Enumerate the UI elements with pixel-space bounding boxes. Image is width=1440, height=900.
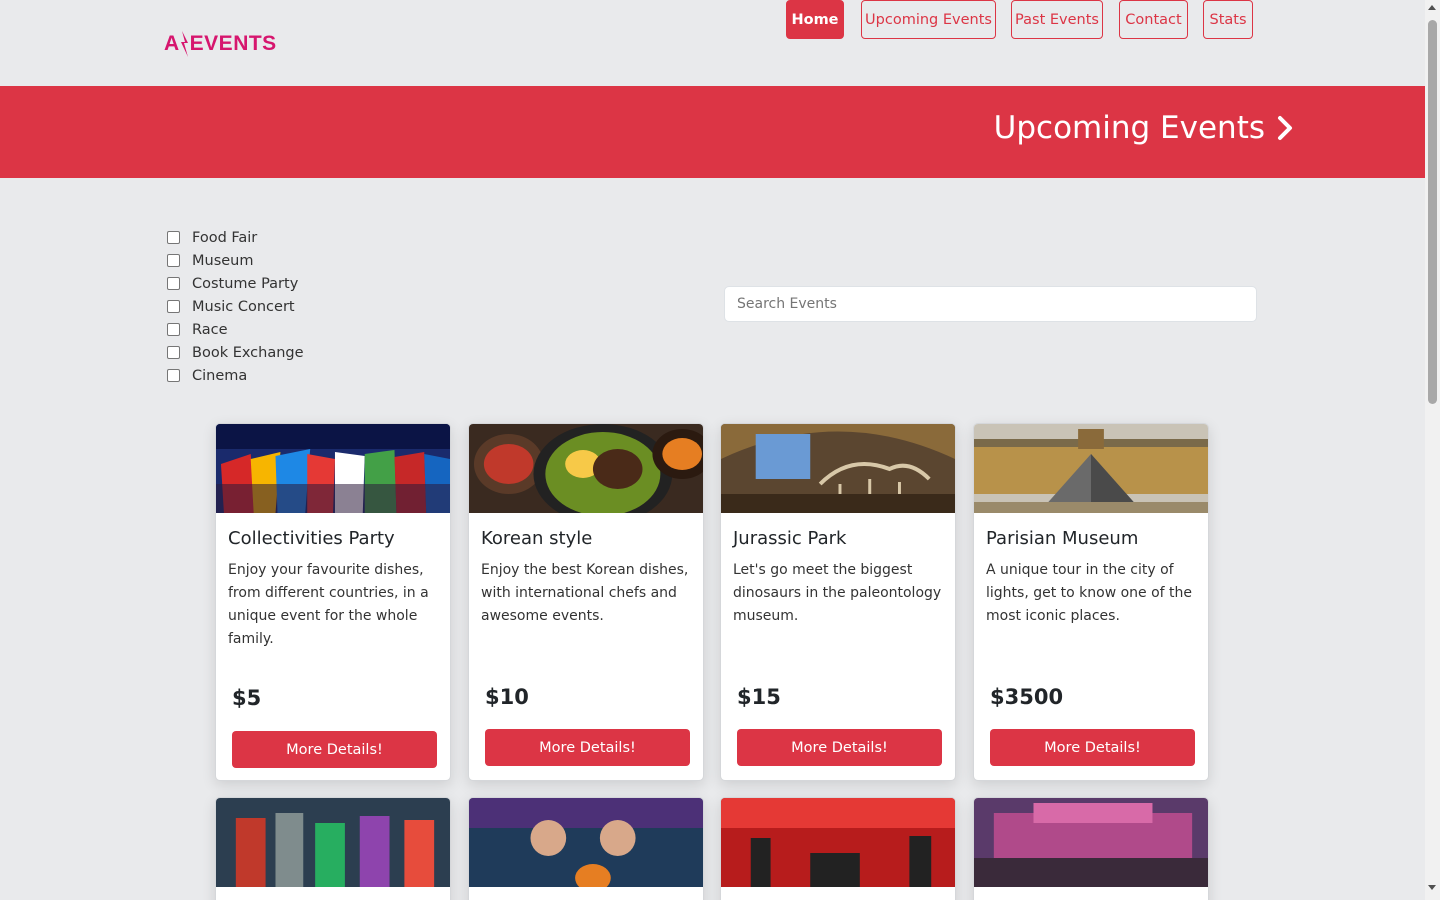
filter-food-fair[interactable]: Food Fair: [167, 226, 304, 249]
chevron-right-icon: [1278, 116, 1292, 140]
checkbox[interactable]: [167, 231, 180, 244]
checkbox[interactable]: [167, 369, 180, 382]
event-card-collectivities-party: Collectivities Party Enjoy your favourit…: [215, 423, 451, 781]
event-image: [469, 424, 703, 524]
search-events-input[interactable]: [724, 286, 1257, 322]
event-description: A unique tour in the city of lights, get…: [986, 562, 1193, 624]
filter-label: Costume Party: [192, 275, 299, 292]
event-image: [974, 798, 1208, 887]
site-logo[interactable]: A EVENTS: [164, 31, 277, 57]
event-image: [216, 424, 450, 513]
scroll-up-icon[interactable]: [1428, 5, 1436, 10]
logo-prefix: A: [164, 32, 180, 55]
filter-label: Cinema: [192, 367, 248, 384]
filter-book-exchange[interactable]: Book Exchange: [167, 341, 304, 364]
event-title: Korean style: [481, 528, 593, 549]
event-image: [216, 798, 450, 887]
scrollbar-thumb[interactable]: [1428, 20, 1437, 404]
banner-title-text: Upcoming Events: [993, 110, 1265, 146]
filter-label: Food Fair: [192, 229, 258, 246]
nav-contact-button[interactable]: Contact: [1119, 0, 1188, 39]
checkbox[interactable]: [167, 346, 180, 359]
event-card: [468, 797, 704, 900]
event-description: Enjoy your favourite dishes, from differ…: [228, 562, 429, 647]
checkbox[interactable]: [167, 323, 180, 336]
filter-label: Museum: [192, 252, 254, 269]
filter-race[interactable]: Race: [167, 318, 304, 341]
filter-label: Music Concert: [192, 298, 295, 315]
event-price: $10: [485, 685, 529, 709]
filter-label: Race: [192, 321, 228, 338]
logo-lightning-icon: [180, 31, 188, 57]
filter-cinema[interactable]: Cinema: [167, 364, 304, 387]
page-banner: Upcoming Events: [0, 86, 1425, 178]
event-card: [973, 797, 1209, 900]
banner-title: Upcoming Events: [994, 110, 1293, 146]
checkbox[interactable]: [167, 277, 180, 290]
more-details-button[interactable]: More Details!: [737, 729, 942, 766]
event-description: Enjoy the best Korean dishes, with inter…: [481, 562, 689, 624]
event-description: Let's go meet the biggest dinosaurs in t…: [733, 562, 942, 624]
event-card-parisian-museum: Parisian Museum A unique tour in the cit…: [973, 423, 1209, 781]
filter-music-concert[interactable]: Music Concert: [167, 295, 304, 318]
logo-text: EVENTS: [189, 32, 277, 55]
more-details-button[interactable]: More Details!: [990, 729, 1195, 766]
nav-home-button[interactable]: Home: [786, 0, 844, 39]
more-details-button[interactable]: More Details!: [485, 729, 690, 766]
event-card-jurassic-park: Jurassic Park Let's go meet the biggest …: [720, 423, 956, 781]
event-price: $3500: [990, 685, 1064, 709]
event-title: Jurassic Park: [733, 528, 847, 549]
event-card: [215, 797, 451, 900]
event-image: [974, 424, 1208, 513]
event-image: [721, 424, 955, 513]
page-scrollbar[interactable]: [1425, 0, 1440, 900]
event-title: Parisian Museum: [986, 528, 1139, 549]
nav-upcoming-events-button[interactable]: Upcoming Events: [861, 0, 996, 39]
filter-costume-party[interactable]: Costume Party: [167, 272, 304, 295]
nav-past-events-button[interactable]: Past Events: [1011, 0, 1103, 39]
event-price: $5: [232, 686, 262, 710]
category-filters: Food Fair Museum Costume Party Music Con…: [167, 226, 304, 387]
event-title: Collectivities Party: [228, 528, 395, 549]
event-card-korean-style: Korean style Enjoy the best Korean dishe…: [468, 423, 704, 781]
event-card: [720, 797, 956, 900]
checkbox[interactable]: [167, 254, 180, 267]
event-image: [469, 798, 703, 892]
filter-label: Book Exchange: [192, 344, 304, 361]
nav-stats-button[interactable]: Stats: [1203, 0, 1253, 39]
scroll-down-icon[interactable]: [1428, 885, 1436, 890]
event-image: [721, 798, 955, 887]
top-header: A EVENTS Home Upcoming Events Past Event…: [0, 0, 1425, 86]
filter-museum[interactable]: Museum: [167, 249, 304, 272]
checkbox[interactable]: [167, 300, 180, 313]
event-price: $15: [737, 685, 781, 709]
more-details-button[interactable]: More Details!: [232, 731, 437, 768]
